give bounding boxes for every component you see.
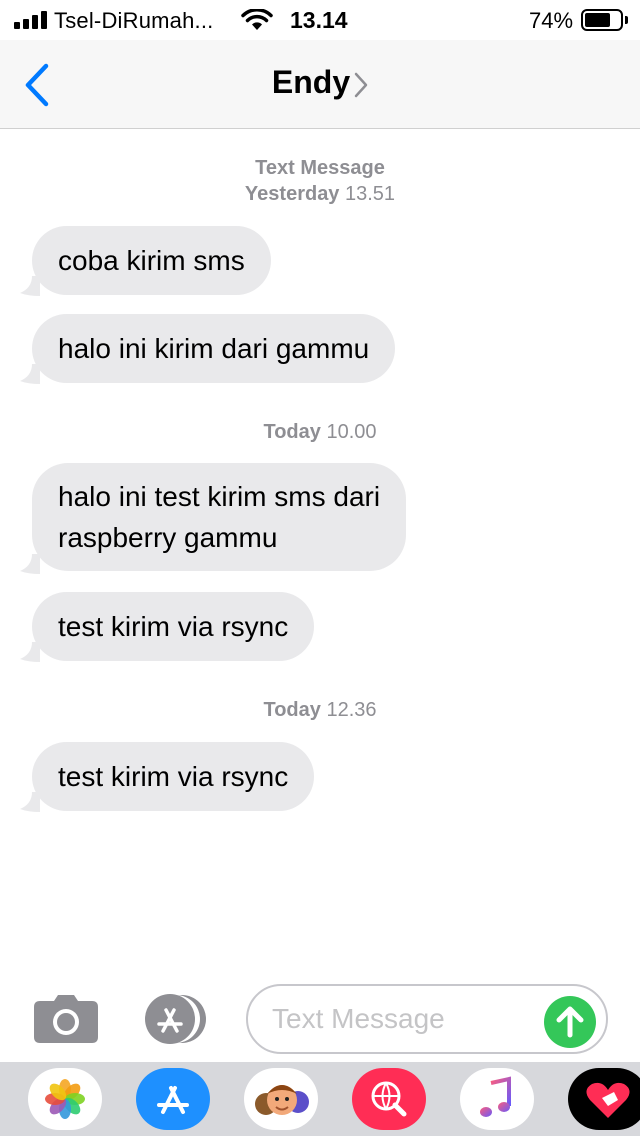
carrier-name: Tsel-DiRumah... [54, 8, 214, 33]
web-search-app[interactable] [352, 1068, 426, 1130]
contact-header[interactable]: Endy [0, 64, 640, 101]
timestamp: Today 12.36 [0, 697, 640, 723]
music-app[interactable] [460, 1068, 534, 1130]
app-store-icon [157, 1086, 189, 1114]
apps-button[interactable] [138, 993, 214, 1045]
message-bubble[interactable]: halo ini kirim dari gammu [32, 314, 396, 383]
app-drawer [0, 1062, 640, 1136]
message-bubble[interactable]: halo ini test kirim sms dari raspberry g… [32, 463, 407, 571]
wifi-icon [241, 9, 273, 30]
digital-touch-icon [586, 1082, 630, 1118]
camera-icon [34, 995, 98, 1043]
battery-percentage: 74% [529, 8, 574, 33]
camera-button[interactable] [34, 995, 98, 1043]
timestamp-time: 13.51 [345, 183, 396, 205]
timestamp: Today 10.00 [0, 419, 640, 445]
photos-app[interactable] [28, 1068, 102, 1130]
navigation-bar: Endy [0, 40, 640, 129]
battery-tip [625, 16, 628, 24]
timestamp-day: Today [263, 699, 321, 721]
message-text: raspberry gammu [58, 522, 278, 553]
app-store-app[interactable] [136, 1068, 210, 1130]
battery-icon [581, 9, 623, 31]
music-note-icon [480, 1076, 511, 1117]
app-store-icon [145, 994, 206, 1044]
memoji-app[interactable] [244, 1068, 318, 1130]
timestamp-time: 10.00 [326, 421, 377, 443]
digital-touch-app[interactable] [568, 1068, 640, 1130]
contact-name: Endy [271, 64, 351, 100]
message-text: coba kirim sms [58, 245, 245, 276]
thread-header: Text Message Yesterday 13.51 [0, 155, 640, 207]
photos-icon [45, 1079, 85, 1119]
clock: 13.14 [290, 7, 348, 33]
timestamp-time: 12.36 [326, 699, 377, 721]
status-bar: Tsel-DiRumah... 13.14 74% [0, 0, 640, 40]
message-bubble[interactable]: coba kirim sms [32, 226, 271, 295]
message-text: halo ini test kirim sms dari [58, 481, 381, 512]
message-bubble[interactable]: test kirim via rsync [32, 742, 315, 811]
message-text: test kirim via rsync [58, 761, 289, 792]
message-input-container [246, 984, 608, 1054]
message-text: halo ini kirim dari gammu [58, 333, 370, 364]
chevron-right-icon [354, 72, 368, 97]
timestamp-day: Yesterday [244, 183, 340, 205]
timestamp-day: Today [263, 421, 321, 443]
web-search-icon [371, 1081, 407, 1117]
cellular-signal-icon [14, 11, 47, 29]
message-bubble[interactable]: test kirim via rsync [32, 592, 315, 661]
message-text: test kirim via rsync [58, 611, 289, 642]
send-button[interactable] [544, 996, 596, 1048]
memoji-icon [255, 1085, 309, 1115]
message-input[interactable] [272, 998, 542, 1040]
bubble-tail [20, 554, 40, 574]
message-type-label: Text Message [255, 157, 385, 179]
arrow-up-icon [556, 1006, 584, 1038]
